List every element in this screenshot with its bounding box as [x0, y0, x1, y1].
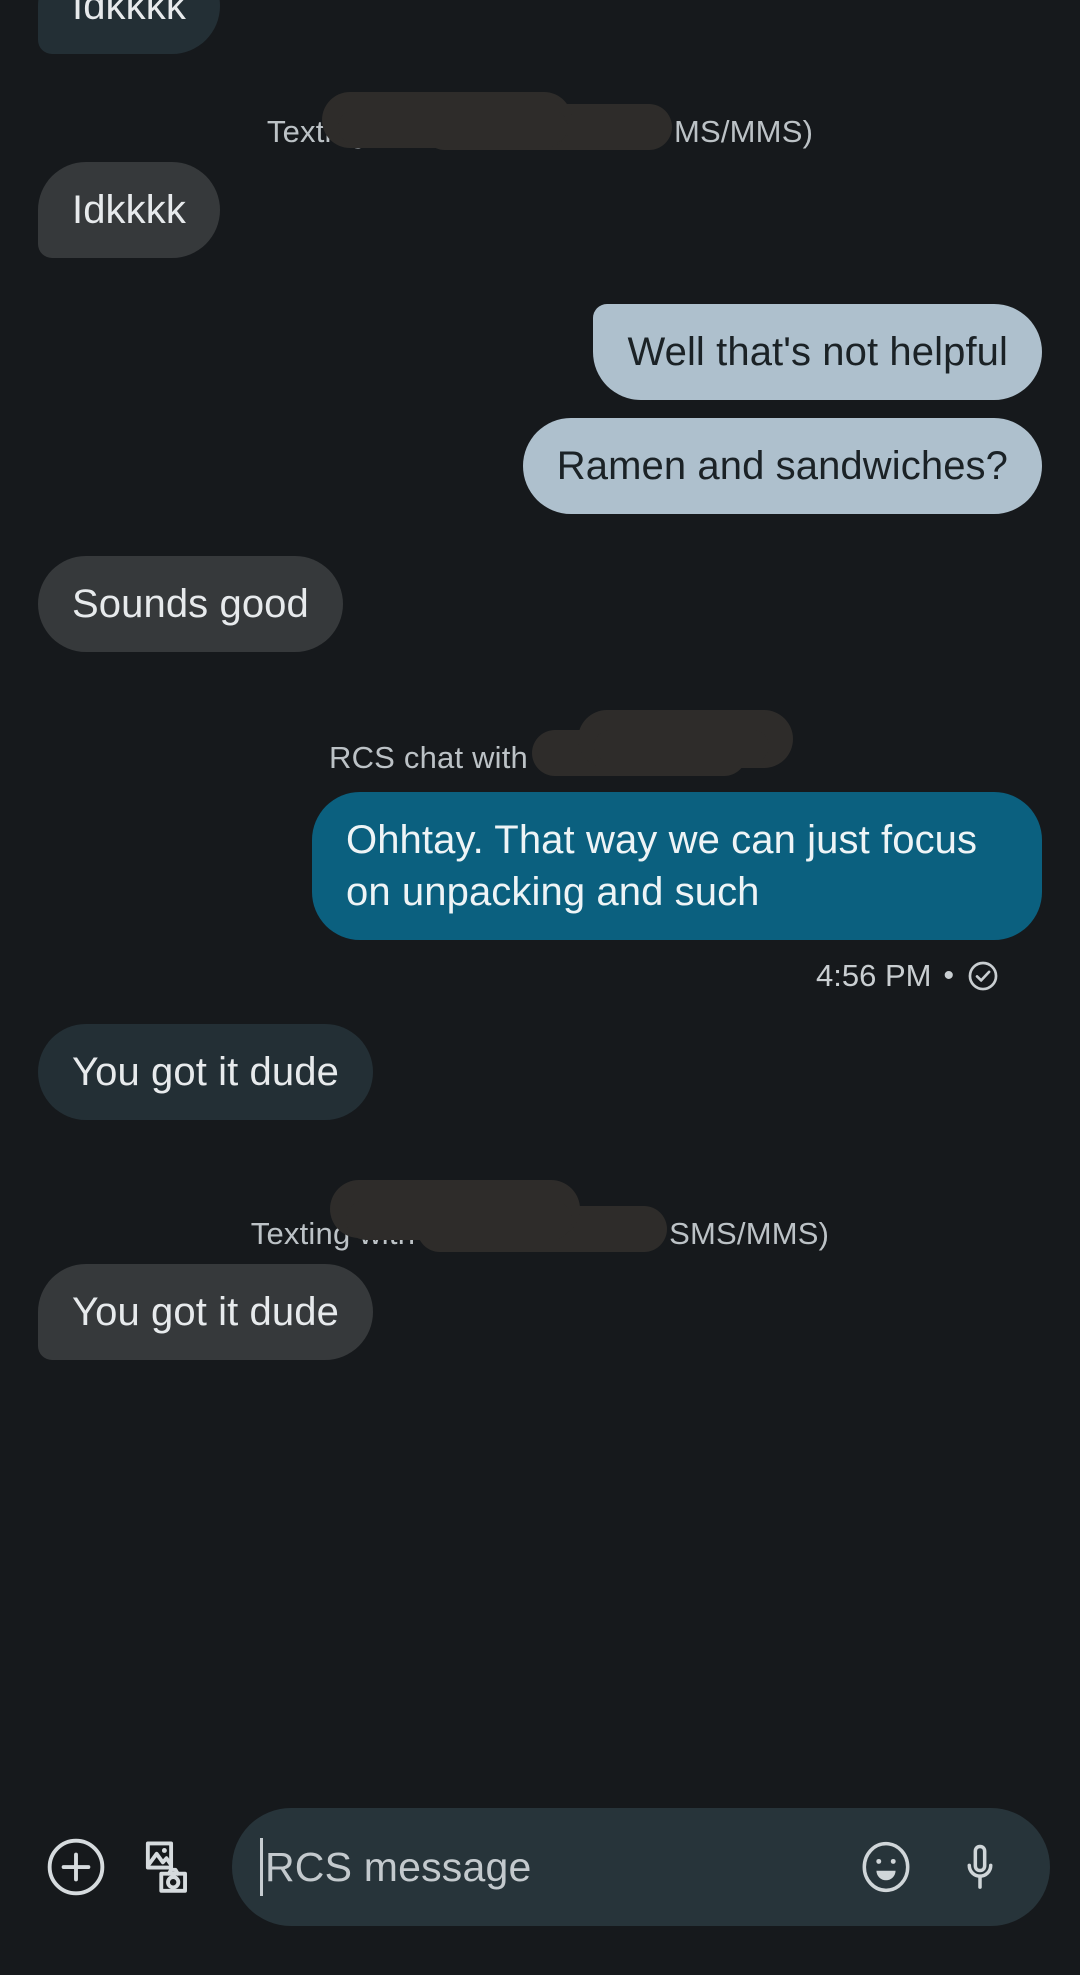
message-timestamp: 4:56 PM: [816, 958, 932, 993]
gallery-camera-icon[interactable]: [122, 1821, 214, 1913]
message-row: Well that's not helpful: [38, 304, 1042, 400]
message-input-field[interactable]: RCS message: [232, 1808, 1050, 1926]
message-composer: RCS message: [0, 1787, 1080, 1975]
message-bubble-outgoing-rcs[interactable]: Ohhtay. That way we can just focus on un…: [312, 792, 1042, 940]
message-input-placeholder: RCS message: [265, 1843, 532, 1890]
message-bubble-outgoing[interactable]: Ramen and sandwiches?: [522, 418, 1042, 514]
message-thread[interactable]: Idkkkk Texting wit' MS/MMS) Idkkkk Well …: [0, 0, 1080, 1787]
message-row: Idkkkk: [38, 162, 1042, 258]
message-bubble-incoming-rcs[interactable]: Idkkkk: [38, 0, 220, 54]
redacted-contact-name: [532, 730, 747, 776]
plus-circle-icon[interactable]: [30, 1821, 122, 1913]
text-cursor: [260, 1838, 263, 1896]
message-row: Ohhtay. That way we can just focus on un…: [38, 792, 1042, 940]
redacted-contact-name: [417, 1206, 668, 1252]
message-bubble-outgoing[interactable]: Well that's not helpful: [593, 304, 1042, 400]
message-row: Idkkkk: [38, 0, 1042, 54]
message-bubble-incoming-sms[interactable]: Sounds good: [38, 556, 343, 652]
message-row: Sounds good: [38, 556, 1042, 652]
message-bubble-incoming-rcs[interactable]: You got it dude: [38, 1024, 373, 1120]
channel-label-sms: Texting with SMS/MMS): [38, 1180, 1042, 1252]
channel-label-rcs: RCS chat with: [38, 710, 1042, 776]
message-status-row: 4:56 PM •: [38, 958, 1042, 994]
message-row: You got it dude: [38, 1024, 1042, 1120]
messaging-app-screen: Idkkkk Texting wit' MS/MMS) Idkkkk Well …: [0, 0, 1080, 1975]
message-bubble-incoming-sms[interactable]: Idkkkk: [38, 162, 220, 258]
message-row: You got it dude: [38, 1264, 1042, 1360]
channel-label-sms: Texting wit' MS/MMS): [38, 92, 1042, 150]
emoji-smiley-icon[interactable]: [846, 1827, 926, 1907]
microphone-icon[interactable]: [940, 1827, 1020, 1907]
message-bubble-incoming-sms[interactable]: You got it dude: [38, 1264, 373, 1360]
channel-label-prefix: Texting with: [250, 1216, 416, 1251]
status-separator: •: [943, 959, 954, 992]
channel-label-suffix: MS/MMS): [673, 114, 814, 149]
channel-label-prefix: RCS chat with: [329, 740, 528, 775]
channel-label-suffix: SMS/MMS): [669, 1216, 830, 1251]
message-row: Ramen and sandwiches?: [38, 418, 1042, 514]
redacted-contact-name: [421, 104, 672, 150]
channel-label-prefix: Texting wit': [266, 114, 420, 149]
check-circle-icon: [966, 959, 1000, 993]
